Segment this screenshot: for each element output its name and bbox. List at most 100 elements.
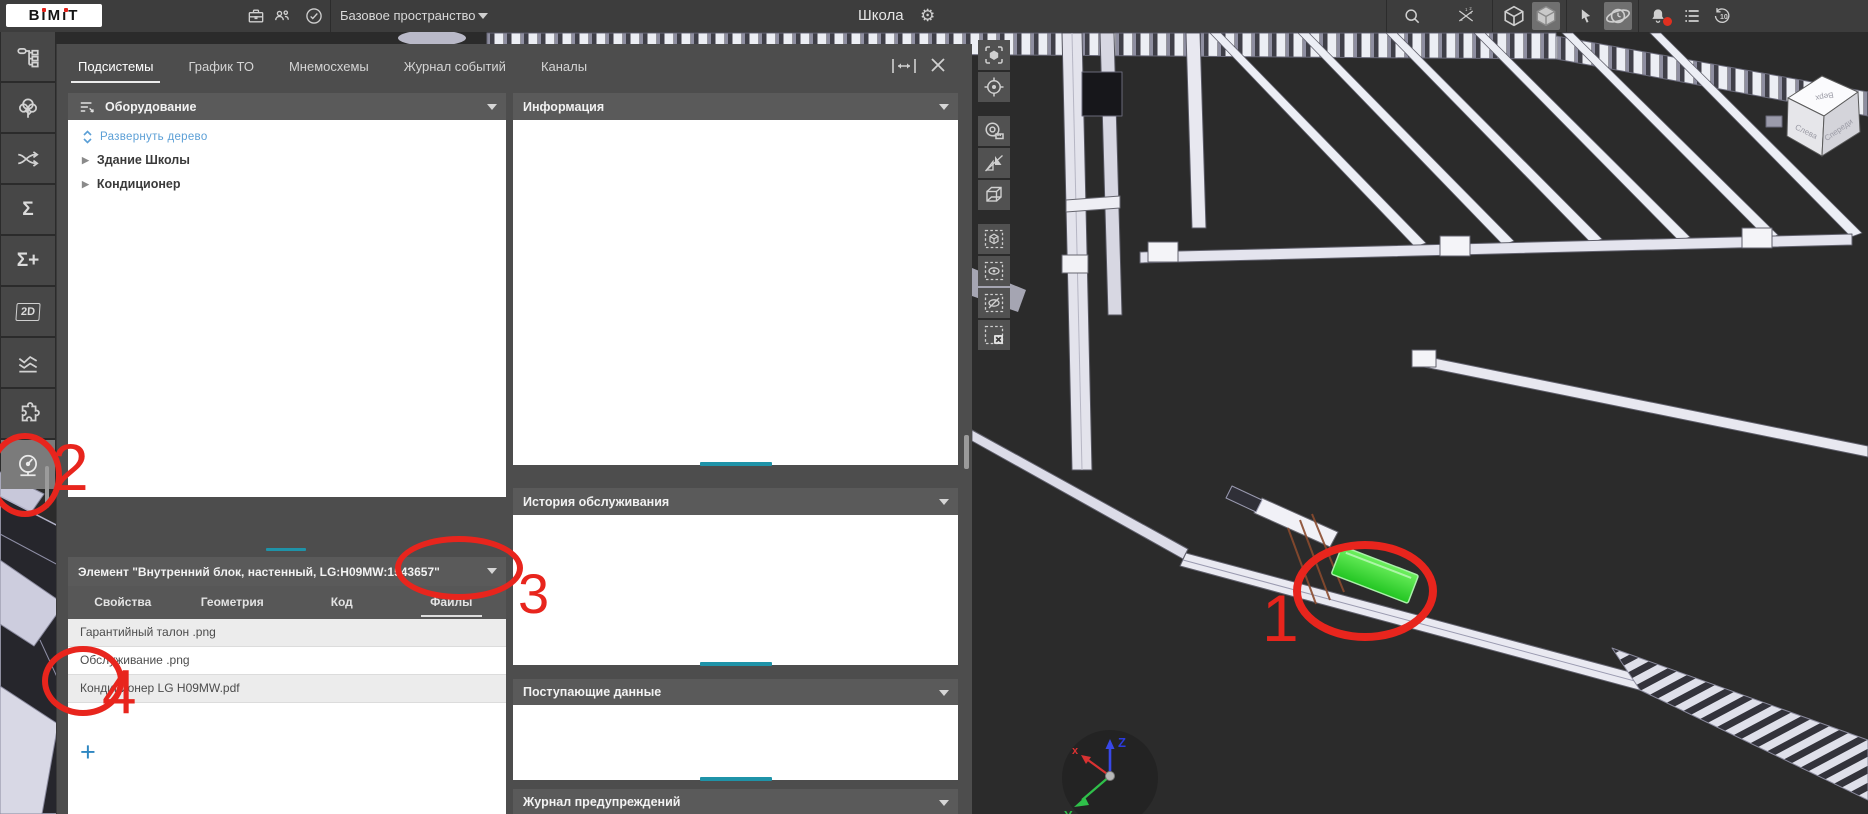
sidebar-item-links-shuffle[interactable] — [1, 134, 55, 183]
cube-shaded-icon[interactable] — [1532, 2, 1560, 30]
sidebar-item-view-2d[interactable]: 2D — [1, 287, 55, 336]
clear-selection-button[interactable] — [978, 320, 1010, 350]
sort-icon[interactable] — [78, 99, 96, 115]
fit-width-icon[interactable] — [891, 57, 917, 75]
tab-mnemonics[interactable]: Мнемосхемы — [289, 59, 369, 74]
notification-badge — [1663, 17, 1672, 26]
logo-red-dot — [42, 8, 46, 12]
sidebar-item-sum[interactable]: Σ — [1, 185, 55, 234]
axis-x-label: x — [1072, 745, 1079, 757]
information-title: Информация — [523, 100, 604, 114]
logo-red-dot — [64, 8, 68, 12]
separator — [1386, 0, 1387, 32]
check-circle-icon[interactable] — [304, 6, 324, 26]
annotation-circle-1 — [1293, 541, 1437, 641]
viewport-toolbar — [978, 40, 1012, 352]
sidebar-item-sum-add[interactable]: Σ+ — [1, 236, 55, 285]
annotation-circle-3 — [395, 536, 523, 600]
annotation-number-3: 3 — [518, 566, 549, 622]
select-cursor-icon[interactable] — [1576, 6, 1596, 26]
file-row[interactable]: Гарантийный талон .png — [68, 619, 506, 647]
sigma-plus-glyph: Σ+ — [17, 250, 40, 272]
orbit-icon[interactable] — [1604, 2, 1632, 30]
expand-arrow-icon[interactable]: ▶ — [82, 155, 89, 166]
team-icon[interactable] — [272, 6, 292, 26]
chevron-down-icon[interactable] — [939, 690, 949, 696]
splitter-handle[interactable] — [700, 777, 772, 781]
tab-channels[interactable]: Каналы — [541, 59, 587, 74]
tab-code[interactable]: Код — [287, 586, 397, 619]
tree-item-conditioner[interactable]: ▶ Кондиционер — [82, 177, 181, 191]
chevron-down-icon[interactable] — [487, 104, 497, 110]
equipment-title: Оборудование — [105, 100, 196, 114]
svg-text:2: 2 — [1469, 6, 1472, 11]
cube-solid-icon[interactable] — [1500, 2, 1528, 30]
tab-event-log[interactable]: Журнал событий — [404, 59, 506, 74]
chevron-down-icon[interactable] — [939, 800, 949, 806]
sigma-glyph: Σ — [22, 199, 33, 221]
expand-tree-label: Развернуть дерево — [100, 131, 208, 143]
separator — [1566, 0, 1567, 32]
close-panel-icon[interactable] — [929, 56, 947, 74]
chevron-down-icon[interactable] — [939, 104, 949, 110]
focus-target-button[interactable] — [978, 72, 1010, 102]
equipment-header[interactable]: Оборудование — [68, 93, 506, 120]
measure-tape-button[interactable] — [978, 116, 1010, 146]
equipment-tree: Развернуть дерево ▶ Здание Школы ▶ Конди… — [68, 120, 506, 497]
2d-glyph: 2D — [15, 303, 40, 321]
top-bar: BıMıT Базовое пространство Школа ⚙ 12 — [0, 0, 1868, 32]
expand-arrow-icon[interactable]: ▶ — [82, 179, 89, 190]
tab-subsystems[interactable]: Подсистемы — [78, 59, 153, 74]
view-cube[interactable]: Верх Слева Спереди — [1780, 62, 1868, 158]
project-title: Школа — [858, 0, 904, 32]
tab-properties[interactable]: Свойства — [68, 586, 178, 619]
incoming-data-title: Поступающие данные — [523, 685, 661, 699]
splitter-handle[interactable] — [700, 462, 772, 466]
workspace-selector[interactable]: Базовое пространство — [340, 0, 476, 32]
axis-y-label: Y — [1064, 808, 1073, 814]
bimit-logo[interactable]: BıMıT — [6, 4, 102, 27]
splitter-handle[interactable] — [700, 662, 772, 666]
scrollbar-thumb[interactable] — [964, 435, 969, 469]
isolate-object-button[interactable] — [978, 224, 1010, 254]
annotation-number-4: 4 — [102, 662, 136, 724]
tab-geometry[interactable]: Геометрия — [178, 586, 288, 619]
service-history-header[interactable]: История обслуживания — [513, 488, 958, 515]
section-plane-button[interactable] — [978, 148, 1010, 178]
incoming-data-header[interactable]: Поступающие данные — [513, 679, 958, 705]
history-count: 10 — [1720, 14, 1728, 21]
chevron-down-icon[interactable] — [478, 13, 488, 19]
add-file-button[interactable]: + — [80, 739, 96, 766]
sidebar-item-greenery[interactable] — [1, 83, 55, 132]
axis-gizmo[interactable]: Z x Y — [1062, 730, 1158, 814]
splitter-handle[interactable] — [266, 548, 306, 551]
search-icon[interactable] — [1402, 6, 1422, 26]
tab-maintenance-schedule[interactable]: График ТО — [188, 59, 254, 74]
chevron-down-icon[interactable] — [939, 499, 949, 505]
menu-list-icon[interactable] — [1682, 6, 1702, 26]
incoming-data-body — [513, 705, 958, 780]
annotation-number-2: 2 — [52, 434, 89, 500]
logo-text: BıMıT — [29, 7, 80, 24]
annotation-number-1: 1 — [1262, 585, 1299, 651]
hide-object-button[interactable] — [978, 288, 1010, 318]
zoom-to-fit-button[interactable] — [978, 40, 1010, 70]
tree-item-building[interactable]: ▶ Здание Школы — [82, 153, 190, 167]
dock-panel: Подсистемы График ТО Мнемосхемы Журнал с… — [56, 44, 972, 814]
warnings-log-header[interactable]: Журнал предупреждений — [513, 789, 958, 814]
briefcase-icon[interactable] — [246, 6, 266, 26]
info-column: Информация История обслуживания Поступаю… — [513, 93, 958, 814]
panel-tab-bar: Подсистемы График ТО Мнемосхемы Журнал с… — [57, 44, 972, 88]
sidebar-item-plugins[interactable] — [1, 389, 55, 438]
sidebar-item-trends[interactable] — [1, 338, 55, 387]
axis-z-label: Z — [1118, 735, 1126, 750]
settings-gear-icon[interactable]: ⚙ — [920, 4, 935, 28]
show-object-button[interactable] — [978, 256, 1010, 286]
service-history-body — [513, 515, 958, 665]
sidebar-item-subsystems-tree[interactable] — [1, 32, 55, 81]
measure-disabled-icon[interactable]: 12 — [1456, 6, 1476, 26]
service-history-title: История обслуживания — [523, 495, 669, 509]
expand-tree-link[interactable]: Развернуть дерево — [82, 130, 208, 144]
information-header[interactable]: Информация — [513, 93, 958, 120]
section-box-button[interactable] — [978, 180, 1010, 210]
